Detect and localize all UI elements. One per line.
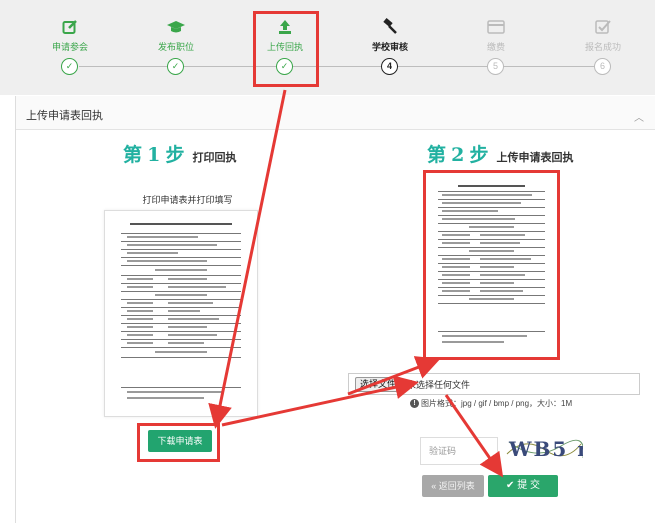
step-label: 报名成功 [584,42,621,52]
step1-prefix: 第 [123,144,143,166]
step2-num: 2 [451,144,465,166]
step2-title: 第 2 步 上传申请表回执 [427,140,574,167]
format-hint: ! 图片格式：jpg / gif / bmp / png，大小：1M [410,398,572,409]
step-label: 申请参会 [51,42,88,52]
step2-suffix: 步 [469,144,489,166]
no-file-text: 未选择任何文件 [407,380,471,390]
step-number: 6 [594,58,611,75]
progress-stepper: 申请参会 ✓ 发布职位 ✓ 上传回执 ✓ 学校审核 4 缴费 5 报名成功 6 [0,0,655,95]
download-button-highlight [137,423,220,462]
step2-prefix: 第 [427,144,447,166]
upload-step-highlight [253,11,319,87]
captcha-input[interactable]: 验证码 [420,437,498,465]
choose-file-button[interactable]: 选择文件 [355,377,402,392]
captcha-image[interactable]: WB5 m [505,432,598,466]
application-form-preview [104,210,258,417]
gavel-icon [350,17,430,37]
format-hint-text: 图片格式：jpg / gif / bmp / png，大小：1M [421,399,573,408]
step-post-job: 发布职位 ✓ [136,0,216,95]
receipt-preview-highlight [423,170,560,360]
captcha-text: WB5 m [508,437,583,461]
step2-subtitle: 上传申请表回执 [496,151,574,164]
step-label: 缴费 [486,42,505,52]
step-check-icon: ✓ [61,58,78,75]
step-check-icon: ✓ [167,58,184,75]
step-success: 报名成功 6 [563,0,643,95]
edit-icon [30,17,110,37]
step1-suffix: 步 [165,144,185,166]
file-upload-field[interactable]: 选择文件 未选择任何文件 [348,373,640,395]
step-payment: 缴费 5 [456,0,536,95]
form-image [117,219,245,408]
step-school-review: 学校审核 4 [350,0,430,95]
step1-num: 1 [147,144,161,166]
step1-subtitle: 打印回执 [192,151,237,164]
step-label: 学校审核 [371,42,408,52]
back-to-list-button[interactable]: « 返回列表 [422,475,484,497]
step-number: 4 [381,58,398,75]
step-label: 发布职位 [157,42,194,52]
submit-button[interactable]: ✔ 提 交 [488,475,558,497]
step-number: 5 [487,58,504,75]
step1-title: 第 1 步 打印回执 [123,140,237,167]
graduation-cap-icon [136,17,216,37]
credit-card-icon [456,17,536,37]
check-square-icon [563,17,643,37]
panel-title: 上传申请表回执 [26,110,103,122]
info-icon: ! [410,399,419,409]
step-apply: 申请参会 ✓ [30,0,110,95]
print-hint: 打印申请表并打印填写 [142,195,233,205]
chevron-up-icon[interactable]: ︿ [634,109,644,124]
panel-header[interactable]: 上传申请表回执 ︿ [16,96,655,130]
